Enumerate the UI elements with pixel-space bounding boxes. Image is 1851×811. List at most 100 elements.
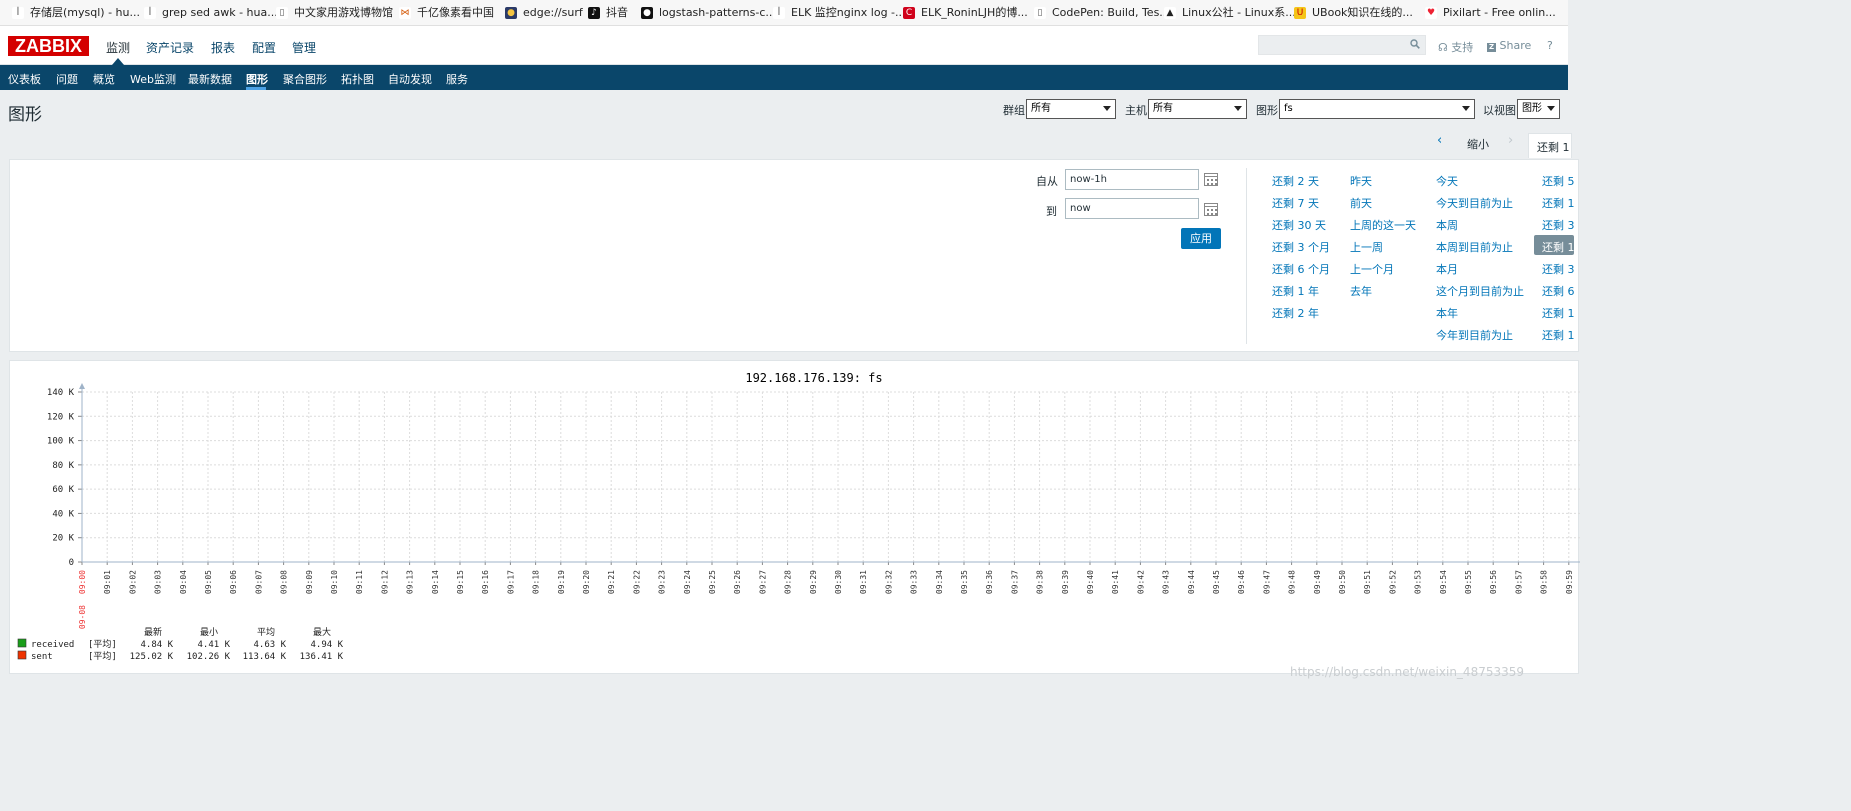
page-icon: ▯ bbox=[1034, 7, 1046, 19]
bookmark-item[interactable]: ꟾ grep sed awk - hua... bbox=[144, 4, 278, 21]
quick-range-link[interactable]: 今年到目前为止 bbox=[1436, 327, 1513, 343]
bookmark-item[interactable]: ꟾ ELK 监控nginx log -... bbox=[773, 4, 906, 21]
bookmark-label: CodePen: Build, Tes... bbox=[1052, 6, 1170, 19]
sub-menu-item[interactable]: 服务 bbox=[446, 71, 468, 87]
calendar-icon[interactable] bbox=[1204, 173, 1218, 186]
quick-range-link[interactable]: 还剩 7 天 bbox=[1272, 195, 1319, 211]
legend-series-name: sent bbox=[31, 652, 53, 662]
view-select[interactable]: 图形 bbox=[1517, 99, 1560, 119]
quick-range-link[interactable]: 还剩 2 年 bbox=[1272, 305, 1319, 321]
bookmark-item[interactable]: ● logstash-patterns-c... bbox=[641, 4, 776, 21]
quick-range-link[interactable]: 还剩 30 天 bbox=[1272, 217, 1326, 233]
graph-select[interactable]: fs bbox=[1279, 99, 1475, 119]
chevron-down-icon bbox=[1547, 106, 1555, 111]
x-tick-label: 09:59 bbox=[1565, 570, 1574, 594]
quick-range-link[interactable]: 还剩 2 天 bbox=[1272, 173, 1319, 189]
apply-button[interactable]: 应用 bbox=[1181, 228, 1221, 249]
quick-range-link[interactable]: 还剩 3 bbox=[1542, 261, 1575, 277]
quick-range-link[interactable]: 还剩 3 个月 bbox=[1272, 239, 1330, 255]
bookmark-item[interactable]: ▯ CodePen: Build, Tes... bbox=[1034, 4, 1170, 21]
bookmarks-bar: ꟾ 存储层(mysql) - hu... ꟾ grep sed awk - hua..… bbox=[0, 0, 1568, 26]
tab-time-filter[interactable]: 还剩 1 bbox=[1528, 133, 1572, 158]
help-link[interactable]: ? bbox=[1547, 39, 1553, 52]
quick-range-link[interactable]: 还剩 1 bbox=[1542, 195, 1575, 211]
main-menu-item[interactable]: 资产记录 bbox=[146, 39, 194, 56]
sub-menu-item[interactable]: 拓扑图 bbox=[341, 71, 374, 87]
quick-range-link[interactable]: 上一周 bbox=[1350, 239, 1383, 255]
search-icon[interactable] bbox=[1410, 39, 1420, 49]
quick-range-link[interactable]: 还剩 1 bbox=[1542, 327, 1575, 343]
legend-header: 平均 bbox=[257, 626, 275, 638]
x-tick-label: 09:58 bbox=[1540, 570, 1549, 594]
quick-range-link[interactable]: 本月 bbox=[1436, 261, 1458, 277]
main-menu-item[interactable]: 配置 bbox=[252, 39, 276, 56]
bookmark-item[interactable]: ● edge://surf bbox=[505, 4, 583, 21]
support-link[interactable]: ☊ 支持 bbox=[1438, 39, 1473, 55]
quick-range-link[interactable]: 今天 bbox=[1436, 173, 1458, 189]
chevron-right-icon[interactable]: › bbox=[1508, 133, 1513, 148]
quick-range-link[interactable]: 这个月到目前为止 bbox=[1436, 283, 1524, 299]
x-tick-label: 09:50 bbox=[1338, 570, 1347, 594]
quick-range-link[interactable]: 还剩 3 bbox=[1542, 217, 1575, 233]
x-tick-label: 09:25 bbox=[708, 570, 717, 594]
tiktok-icon: ♪ bbox=[588, 7, 600, 19]
sub-menu-item[interactable]: 概览 bbox=[93, 71, 115, 87]
from-input[interactable]: now-1h bbox=[1065, 169, 1199, 190]
main-menu-item[interactable]: 监测 bbox=[106, 39, 130, 56]
legend-value-avg: 4.63 K bbox=[253, 640, 286, 650]
quick-range-link[interactable]: 今天到目前为止 bbox=[1436, 195, 1513, 211]
sub-menu-item[interactable]: 聚合图形 bbox=[283, 71, 327, 87]
quick-range-link[interactable]: 昨天 bbox=[1350, 173, 1372, 189]
legend-swatch bbox=[17, 650, 27, 660]
quick-range-link[interactable]: 还剩 1 bbox=[1542, 305, 1575, 321]
group-filter-label: 群组 bbox=[1003, 104, 1025, 117]
x-tick-label: 09:10 bbox=[330, 570, 339, 594]
bookmark-item[interactable]: C ELK_RoninLJH的博... bbox=[903, 4, 1028, 21]
main-menu-item[interactable]: 报表 bbox=[211, 39, 235, 56]
quick-range-link[interactable]: 还剩 1 年 bbox=[1272, 283, 1319, 299]
sub-menu-item[interactable]: 问题 bbox=[56, 71, 78, 87]
quick-range-link[interactable]: 本年 bbox=[1436, 305, 1458, 321]
sub-menu-item[interactable]: 图形 bbox=[246, 71, 268, 87]
from-label: 自从 bbox=[1036, 175, 1058, 188]
quick-range-link[interactable]: 本周到目前为止 bbox=[1436, 239, 1513, 255]
calendar-icon[interactable] bbox=[1204, 203, 1218, 216]
to-input[interactable]: now bbox=[1065, 198, 1199, 219]
zabbix-logo[interactable]: ZABBIX bbox=[8, 36, 89, 56]
bookmark-label: UBook知识在线的... bbox=[1312, 6, 1413, 19]
share-link[interactable]: Z Share bbox=[1487, 39, 1531, 52]
quick-range-link[interactable]: 前天 bbox=[1350, 195, 1372, 211]
sub-menu-item[interactable]: 最新数据 bbox=[188, 71, 232, 87]
sub-menu-item[interactable]: 仪表板 bbox=[8, 71, 41, 87]
quick-range-link[interactable]: 上周的这一天 bbox=[1350, 217, 1416, 233]
quick-range-link[interactable]: 还剩 6 个月 bbox=[1272, 261, 1330, 277]
x-tick-label: 09:46 bbox=[1237, 570, 1246, 594]
group-select[interactable]: 所有 bbox=[1026, 99, 1116, 119]
bookmark-item[interactable]: U UBook知识在线的... bbox=[1294, 4, 1413, 21]
x-tick-label: 09:18 bbox=[532, 570, 541, 594]
bookmark-item[interactable]: ▲ Linux公社 - Linux系... bbox=[1164, 4, 1296, 21]
bookmark-item[interactable]: ♪ 抖音 bbox=[588, 4, 628, 21]
x-tick-label: 09:03 bbox=[154, 570, 163, 594]
host-select[interactable]: 所有 bbox=[1148, 99, 1247, 119]
quick-range-link[interactable]: 还剩 5 bbox=[1542, 173, 1575, 189]
bookmark-item[interactable]: ▯ 中文家用游戏博物馆 bbox=[276, 4, 393, 21]
bookmark-item[interactable]: ⋈ 千亿像素看中国 bbox=[399, 4, 494, 21]
legend-header: 最小 bbox=[200, 627, 218, 638]
main-menu-item[interactable]: 管理 bbox=[292, 39, 316, 56]
quick-range-link[interactable]: 本周 bbox=[1436, 217, 1458, 233]
bookmark-item[interactable]: ꟾ 存储层(mysql) - hu... bbox=[12, 4, 140, 21]
quick-range-link[interactable]: 上一个月 bbox=[1350, 261, 1394, 277]
sub-menu-item[interactable]: Web监测 bbox=[130, 71, 176, 87]
x-tick-label: 09:09 bbox=[305, 570, 314, 594]
chevron-left-icon[interactable]: ‹ bbox=[1437, 133, 1442, 148]
x-tick-label: 09:15 bbox=[456, 570, 465, 594]
quick-range-link[interactable]: 还剩 6 bbox=[1542, 283, 1575, 299]
bookmark-label: Linux公社 - Linux系... bbox=[1182, 6, 1296, 19]
zoom-out-button[interactable]: 缩小 bbox=[1467, 136, 1489, 152]
quick-range-link[interactable]: 去年 bbox=[1350, 283, 1372, 299]
quick-range-link[interactable]: 还剩 1 bbox=[1542, 239, 1575, 255]
search-input[interactable] bbox=[1258, 35, 1426, 55]
bookmark-item[interactable]: ♥ Pixilart - Free onlin... bbox=[1425, 4, 1556, 21]
sub-menu-item[interactable]: 自动发现 bbox=[388, 71, 432, 87]
